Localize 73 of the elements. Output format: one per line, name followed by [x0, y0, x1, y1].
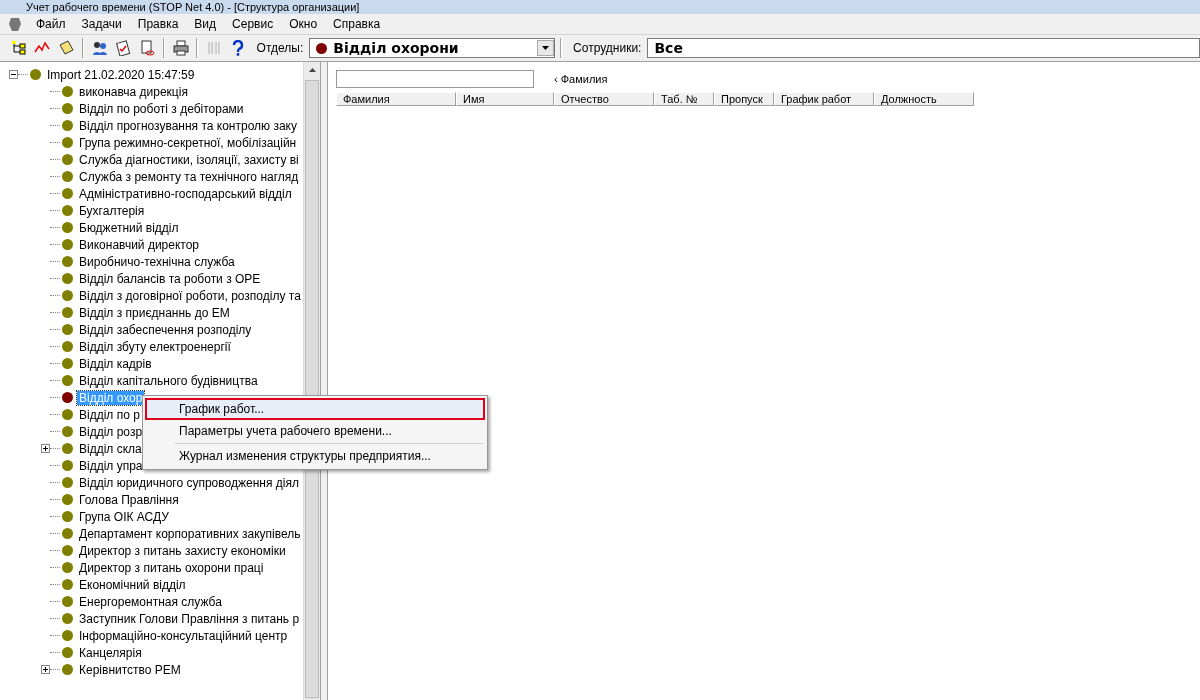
- window-title: Учет рабочего времени (STOP Net 4.0) - [Структура организации]: [26, 1, 360, 13]
- printer-icon: [172, 40, 189, 56]
- tree-node[interactable]: Відділ скла: [77, 441, 144, 456]
- menu-item[interactable]: Журнал изменения структуры предприятия...: [145, 445, 485, 467]
- tree-node[interactable]: Виробничо-технічна служба: [77, 254, 237, 269]
- tree-icon: [10, 40, 27, 56]
- tree-node[interactable]: Відділ забеспечення розподілу: [77, 322, 254, 337]
- tree-node[interactable]: Бухгалтерія: [77, 203, 147, 218]
- tree-node[interactable]: Служба діагностики, ізоляції, захисту ві: [77, 152, 301, 167]
- collapse-icon[interactable]: [9, 70, 18, 79]
- tree-node[interactable]: Департамент корпоративних закупівель: [77, 526, 303, 541]
- tree-node[interactable]: Відділ по р: [77, 407, 142, 422]
- menu-item[interactable]: Окно: [281, 15, 326, 33]
- tree-node[interactable]: Інформаційно-консультаційний центр: [77, 628, 290, 643]
- document-icon: [138, 40, 155, 56]
- dropdown-button[interactable]: [537, 40, 555, 56]
- tree-node[interactable]: Відділ балансів та роботи з ОРЕ: [77, 271, 263, 286]
- caret-icon: [308, 68, 316, 72]
- column-header[interactable]: Отчество: [554, 92, 654, 106]
- tree-node[interactable]: Група ОІК АСДУ: [77, 509, 171, 524]
- tree-node[interactable]: Керівнитство РЕМ: [77, 662, 183, 677]
- menu-item[interactable]: График работ...: [145, 398, 485, 420]
- tree-node[interactable]: Заступник Голови Правління з питань р: [77, 611, 302, 626]
- people-icon: [91, 40, 108, 56]
- tree-node[interactable]: Import 21.02.2020 15:47:59: [45, 67, 197, 82]
- menu-item[interactable]: Справка: [325, 15, 389, 33]
- menu-item[interactable]: Параметры учета рабочего времени...: [145, 420, 485, 442]
- app-icon[interactable]: [8, 16, 22, 32]
- tree-node[interactable]: Голова Правління: [77, 492, 181, 507]
- tree-node[interactable]: Адміністративно-господарський відділ: [77, 186, 294, 201]
- tree-node[interactable]: Відділ кадрів: [77, 356, 154, 371]
- employees-field[interactable]: Все: [647, 38, 1200, 58]
- caret-icon: [542, 46, 550, 50]
- menu-item[interactable]: Файл: [28, 15, 74, 33]
- tree-node[interactable]: Відділ по роботі з дебіторами: [77, 101, 246, 116]
- menu-item[interactable]: Задачи: [73, 15, 130, 33]
- departments-label: Отделы:: [256, 41, 304, 55]
- column-header[interactable]: Таб. №: [654, 92, 714, 106]
- tree-node[interactable]: Відділ з договірної роботи, розподілу та: [77, 288, 303, 303]
- columns-icon: [206, 40, 223, 56]
- tree-node[interactable]: Канцелярія: [77, 645, 144, 660]
- tree-node[interactable]: Відділ капітального будівництва: [77, 373, 260, 388]
- menu-item[interactable]: Правка: [129, 15, 187, 33]
- tree-node[interactable]: Група режимно-секретної, мобілізаційн: [77, 135, 299, 150]
- tree-node[interactable]: Відділ з приєднаннь до ЕМ: [77, 305, 232, 320]
- tree-node[interactable]: Відділ юридичного супроводження діял: [77, 475, 301, 490]
- expand-icon[interactable]: [41, 665, 50, 674]
- tree-node[interactable]: Директор з питань охорони праці: [77, 560, 266, 575]
- column-header[interactable]: Должность: [874, 92, 974, 106]
- column-header[interactable]: Фамилия: [336, 92, 456, 106]
- expand-icon[interactable]: [41, 444, 50, 453]
- note-icon: [58, 40, 75, 56]
- tree-node[interactable]: Відділ збуту електроенергії: [77, 339, 233, 354]
- tree-node[interactable]: Відділ прогнозування та контролю заку: [77, 118, 299, 133]
- tree-node[interactable]: виконавча дирекція: [77, 84, 190, 99]
- menu-item[interactable]: Вид: [186, 15, 225, 33]
- column-header[interactable]: Пропуск: [714, 92, 774, 106]
- sort-label: ‹ Фамилия: [554, 73, 608, 85]
- departments-dropdown[interactable]: Відділ охорони: [309, 38, 556, 58]
- employees-label: Сотрудники:: [573, 41, 642, 55]
- column-header[interactable]: Имя: [456, 92, 554, 106]
- tree-node[interactable]: Економічний відділ: [77, 577, 188, 592]
- tree-node[interactable]: Служба з ремонту та технічного нагляд: [77, 169, 301, 184]
- search-field[interactable]: [336, 70, 534, 88]
- column-header[interactable]: График работ: [774, 92, 874, 106]
- clipboard-check-icon: [115, 40, 132, 56]
- tree-node[interactable]: Директор з питань захисту економіки: [77, 543, 288, 558]
- tree-node[interactable]: Бюджетний відділ: [77, 220, 181, 235]
- tree-node[interactable]: Енергоремонтная служба: [77, 594, 224, 609]
- menu-item[interactable]: Сервис: [224, 15, 282, 33]
- tree-node[interactable]: Відділ розр: [77, 424, 145, 439]
- tree-node[interactable]: Відділ упра: [77, 458, 145, 473]
- tree-node[interactable]: Виконавчий директор: [77, 237, 202, 252]
